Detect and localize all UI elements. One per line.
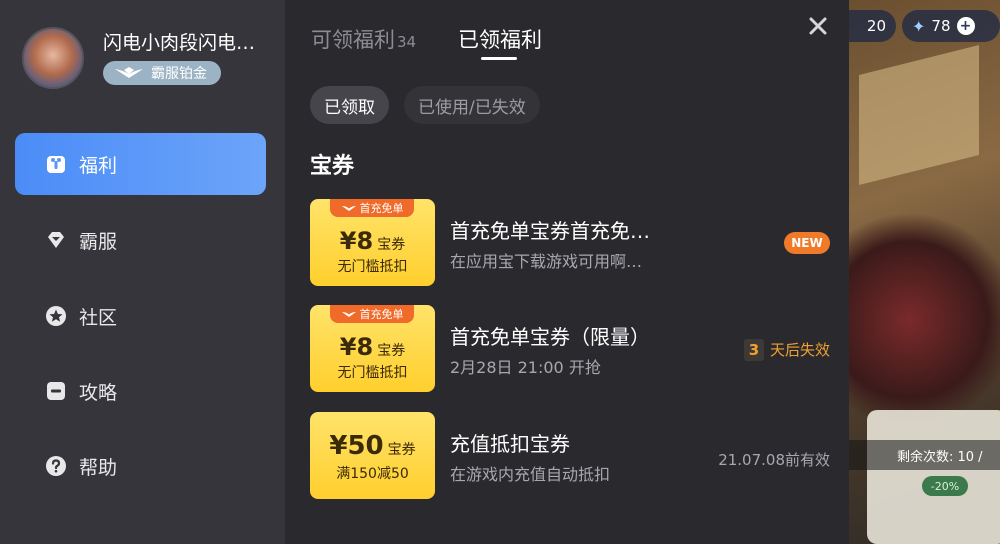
- sidebar-item-label: 攻略: [79, 381, 118, 404]
- coupon-condition: 满150减50: [336, 466, 409, 482]
- coupon-title: 首充免单宝券（限量）: [450, 325, 650, 349]
- username: 闪电小肉段闪电…: [103, 32, 256, 54]
- guide-icon: [47, 382, 65, 400]
- vip-badge[interactable]: 霸服铂金: [103, 61, 221, 85]
- gift-icon: [47, 156, 65, 173]
- coupon-tag-label: 首充免单: [359, 308, 404, 321]
- coupon-subtitle: 在游戏内充值自动抵扣: [450, 465, 611, 484]
- coupon-expiry-date: 21.07.08前有效: [718, 451, 830, 469]
- section-title: 宝券: [310, 154, 355, 179]
- hud-gem-pill[interactable]: ✦ 78 +: [902, 10, 1000, 42]
- gem-icon: ✦: [912, 16, 926, 36]
- welfare-panel: 可领福利 34 已领福利 已领取 已使用/已失效 宝券 首充免单 ¥8 宝券 无门…: [285, 0, 849, 544]
- coupon-amount: ¥50: [329, 431, 384, 461]
- coupon-ticket: 首充免单 ¥8 宝券 无门槛抵扣: [310, 199, 435, 286]
- background-banner: [859, 45, 979, 185]
- remaining-count-label: 剩余次数: 10 /: [897, 449, 983, 465]
- active-tab-indicator: [481, 57, 517, 60]
- diamond-icon: [48, 232, 64, 248]
- coupon-ticket: 首充免单 ¥8 宝券 无门槛抵扣: [310, 305, 435, 392]
- coupon-unit: 宝券: [377, 237, 406, 253]
- coupon-ticket: ¥50 宝券 满150减50: [310, 412, 435, 499]
- coupon-amount: ¥8: [339, 333, 374, 361]
- sidebar-item-help[interactable]: 帮助: [15, 435, 266, 497]
- wings-icon: [341, 312, 356, 317]
- sidebar-item-label: 霸服: [79, 230, 118, 253]
- tab-available-welfare[interactable]: 可领福利 34: [311, 24, 416, 54]
- avatar[interactable]: [22, 27, 84, 89]
- coupon-amount-row: ¥8 宝券: [310, 335, 435, 359]
- coupon-condition: 无门槛抵扣: [337, 259, 408, 275]
- days-suffix: 天后失效: [769, 341, 830, 359]
- remaining-count-bar: 剩余次数: 10 /: [849, 440, 1000, 470]
- coupon-subtitle: 在应用宝下载游戏可用啊…: [450, 252, 643, 271]
- coupon-title: 充值抵扣宝券: [450, 432, 570, 456]
- coupon-amount-row: ¥8 宝券: [310, 229, 435, 253]
- hud-gem-value: 78: [931, 17, 951, 35]
- coupon-amount: ¥8: [339, 227, 374, 255]
- add-gem-icon[interactable]: +: [956, 17, 975, 35]
- sidebar-item-community[interactable]: 社区: [15, 285, 266, 347]
- coupon-item[interactable]: 首充免单 ¥8 宝券 无门槛抵扣 首充免单宝券（限量） 2月28日 21:00 …: [310, 305, 830, 393]
- coupon-unit: 宝券: [387, 442, 416, 458]
- new-badge: NEW: [784, 232, 830, 254]
- coupon-subtitle: 2月28日 21:00 开抢: [450, 358, 601, 377]
- coupon-tag-label: 首充免单: [359, 202, 404, 215]
- wings-icon: [341, 206, 356, 211]
- filter-used-expired-chip[interactable]: 已使用/已失效: [404, 86, 540, 124]
- coupon-item[interactable]: ¥50 宝券 满150减50 充值抵扣宝券 在游戏内充值自动抵扣 21.07.0…: [310, 412, 830, 500]
- days-count: 3: [743, 339, 764, 361]
- tab-label: 已领福利: [458, 28, 542, 52]
- tab-received-welfare[interactable]: 已领福利: [458, 24, 542, 54]
- close-icon[interactable]: [804, 12, 832, 40]
- vip-wings-icon: [115, 67, 143, 78]
- hud-currency-value: 20: [866, 17, 886, 35]
- coupon-tag: 首充免单: [330, 305, 414, 323]
- tab-label: 可领福利: [311, 28, 395, 52]
- discount-tag: -20%: [922, 476, 968, 496]
- coupon-condition: 无门槛抵扣: [337, 365, 408, 381]
- coupon-item[interactable]: 首充免单 ¥8 宝券 无门槛抵扣 首充免单宝券首充免… 在应用宝下载游戏可用啊……: [310, 199, 830, 287]
- sidebar-item-guide[interactable]: 攻略: [15, 360, 266, 422]
- coupon-amount-row: ¥50 宝券: [310, 433, 435, 459]
- filter-received-chip[interactable]: 已领取: [310, 86, 389, 124]
- sidebar-item-welfare[interactable]: 福利: [15, 133, 266, 195]
- sidebar: 闪电小肉段闪电… 霸服铂金 福利 霸服 社区 攻略 帮助: [0, 0, 285, 544]
- sidebar-item-vip[interactable]: 霸服: [15, 209, 266, 271]
- coupon-expiry-countdown: 3 天后失效: [743, 339, 830, 361]
- coupon-tag: 首充免单: [330, 199, 414, 217]
- coupon-unit: 宝券: [377, 343, 406, 359]
- sidebar-item-label: 帮助: [79, 456, 118, 479]
- sidebar-item-label: 社区: [79, 306, 118, 329]
- star-icon: [46, 306, 66, 326]
- vip-level-label: 霸服铂金: [151, 66, 207, 82]
- background-character: [849, 210, 1000, 430]
- tab-count: 34: [397, 33, 417, 51]
- help-icon: [46, 456, 66, 476]
- coupon-title: 首充免单宝券首充免…: [450, 219, 650, 243]
- sidebar-item-label: 福利: [79, 154, 118, 177]
